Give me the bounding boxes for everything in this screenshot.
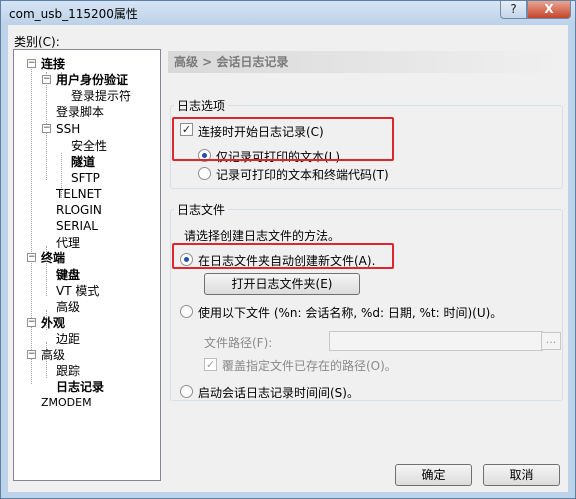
tree-item-user-auth[interactable]: 用户身份验证 [56, 73, 128, 87]
close-button[interactable]: X [527, 1, 571, 19]
tree-item-terminal[interactable]: 终端 [41, 251, 65, 265]
dialog-client: 类别(C): − 连接 − 用户身份验证 登录提示符 登录脚本 − SSH 安全… [8, 25, 568, 492]
timestamp-label[interactable]: 启动会话日志记录时间间(S)。 [198, 384, 359, 401]
overwrite-label[interactable]: 覆盖指定文件已存在的路径(O)。 [222, 357, 397, 374]
browse-button[interactable]: ... [541, 332, 561, 350]
window-title: com_usb_115200属性 [9, 7, 138, 21]
log-options-title: 日志选项 [174, 97, 229, 114]
timestamp-radio[interactable] [180, 385, 193, 398]
tree-item-logging[interactable]: 日志记录 [56, 380, 104, 394]
highlight-box [172, 243, 394, 269]
tree-line [31, 64, 32, 384]
tree-item-trace[interactable]: 跟踪 [56, 364, 80, 378]
tree-item-telnet[interactable]: TELNET [56, 187, 102, 201]
printable-codes-label[interactable]: 记录可打印的文本和终端代码(T) [216, 166, 389, 183]
tree-item-advanced-terminal[interactable]: 高级 [56, 300, 80, 314]
open-log-folder-button[interactable]: 打开日志文件夹(E) [204, 273, 360, 295]
log-file-title: 日志文件 [174, 201, 229, 218]
category-tree[interactable]: − 连接 − 用户身份验证 登录提示符 登录脚本 − SSH 安全性 隧道 SF… [13, 49, 161, 481]
collapse-icon[interactable]: − [27, 318, 36, 327]
tree-item-advanced[interactable]: 高级 [41, 348, 65, 362]
tree-item-connection[interactable]: 连接 [41, 57, 65, 71]
tree-item-vt-mode[interactable]: VT 模式 [56, 284, 99, 298]
tree-item-rlogin[interactable]: RLOGIN [56, 203, 102, 217]
tree-item-keyboard[interactable]: 键盘 [56, 268, 80, 282]
cancel-button[interactable]: 取消 [483, 464, 560, 486]
tree-item-appearance[interactable]: 外观 [41, 316, 65, 330]
tree-item-ssh[interactable]: SSH [56, 122, 80, 136]
tree-item-proxy[interactable]: 代理 [56, 236, 80, 250]
overwrite-checkbox[interactable]: ✓ [204, 358, 217, 371]
page-header: 高级 > 会话日志记录 [168, 51, 563, 73]
properties-dialog: com_usb_115200属性 ? X 类别(C): − 连接 − 用户身份验… [0, 0, 576, 499]
collapse-icon[interactable]: − [27, 59, 36, 68]
ok-button[interactable]: 确定 [395, 464, 472, 486]
collapse-icon[interactable]: − [27, 350, 36, 359]
highlight-box [172, 117, 394, 161]
tree-item-sftp[interactable]: SFTP [71, 171, 100, 185]
tree-item-security[interactable]: 安全性 [71, 139, 107, 153]
use-following-label[interactable]: 使用以下文件 (%n: 会话名称, %d: 日期, %t: 时间)(U)。 [198, 304, 502, 321]
title-bar[interactable]: com_usb_115200属性 ? X [1, 1, 575, 25]
tree-item-login-prompt[interactable]: 登录提示符 [71, 89, 131, 103]
collapse-icon[interactable]: − [42, 75, 51, 84]
tree-item-login-script[interactable]: 登录脚本 [56, 105, 104, 119]
settings-panel: 高级 > 会话日志记录 日志选项 ✓ 连接时开始日志记录(C) 仅记录可打印的文… [168, 47, 563, 457]
help-button[interactable]: ? [500, 1, 527, 19]
collapse-icon[interactable]: − [42, 124, 51, 133]
tree-item-margin[interactable]: 边距 [56, 332, 80, 346]
file-path-label: 文件路径(F): [204, 336, 273, 350]
tree-item-serial[interactable]: SERIAL [56, 219, 98, 233]
tree-item-zmodem[interactable]: ZMODEM [41, 396, 92, 410]
printable-codes-radio[interactable] [198, 167, 211, 180]
use-following-radio[interactable] [180, 305, 193, 318]
collapse-icon[interactable]: − [27, 253, 36, 262]
category-label: 类别(C): [14, 35, 60, 49]
log-file-instruction: 请选择创建日志文件的方法。 [184, 229, 341, 243]
file-path-input[interactable] [329, 331, 543, 351]
tree-item-tunnel[interactable]: 隧道 [71, 155, 95, 169]
